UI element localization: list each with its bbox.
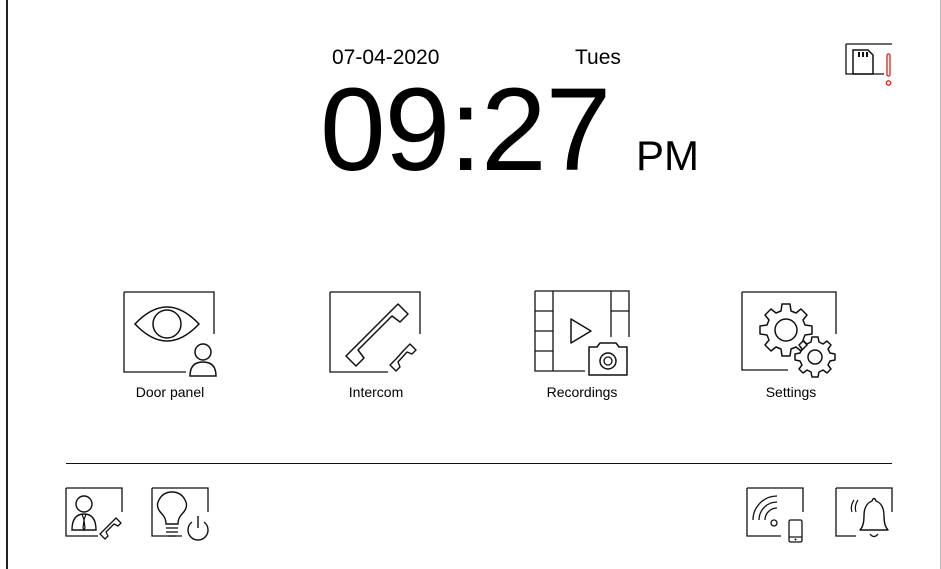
sd-card-alert-button[interactable] <box>844 38 898 90</box>
app-settings[interactable] <box>740 290 840 380</box>
app-recordings[interactable] <box>533 289 631 379</box>
film-camera-icon <box>534 290 630 376</box>
app-recordings-label: Recordings <box>546 384 618 400</box>
sd-card-warning-icon <box>845 43 892 86</box>
light-power-icon <box>151 487 209 541</box>
handset-icon <box>329 291 421 373</box>
doorbell-icon <box>835 487 893 538</box>
app-door-panel-label: Door panel <box>135 384 205 400</box>
doorbell-button[interactable] <box>834 486 896 544</box>
app-settings-label: Settings <box>765 384 817 400</box>
wifi-mobile-button[interactable] <box>745 486 809 544</box>
clock-time: 09:27 <box>320 64 611 196</box>
gears-icon <box>741 291 837 378</box>
app-intercom[interactable] <box>328 290 424 378</box>
clock-ampm: PM <box>636 132 699 179</box>
wifi-mobile-icon <box>746 487 804 543</box>
concierge-call-button[interactable] <box>64 486 126 542</box>
left-frame-edge <box>6 0 8 569</box>
app-intercom-label: Intercom <box>348 384 404 400</box>
concierge-call-icon <box>65 487 123 540</box>
eye-person-icon <box>123 291 217 377</box>
bottom-divider <box>66 463 892 464</box>
app-door-panel[interactable] <box>122 290 218 378</box>
light-power-button[interactable] <box>150 486 212 544</box>
